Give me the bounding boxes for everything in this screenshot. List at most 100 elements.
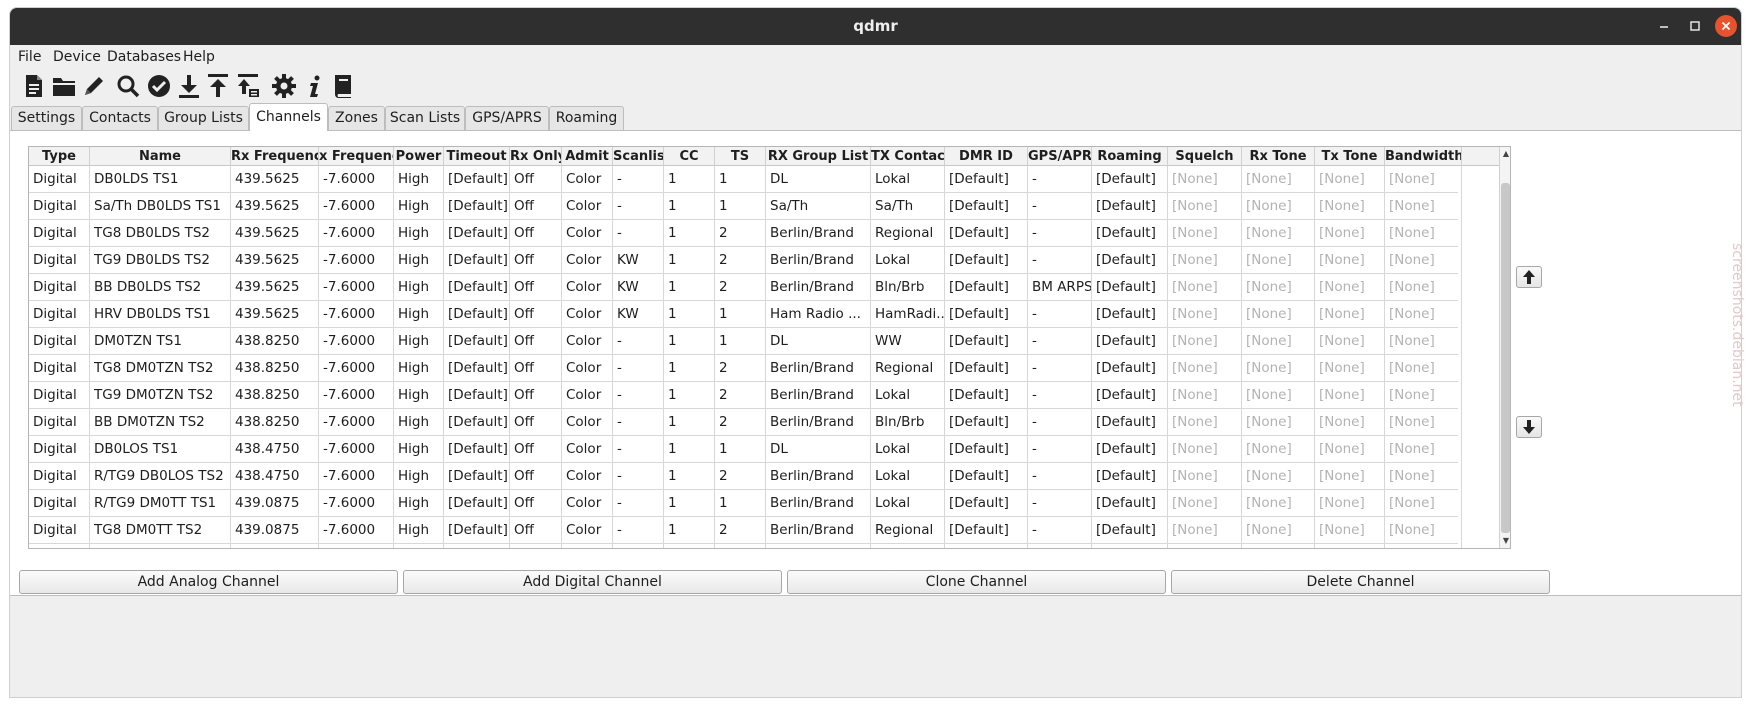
table-cell[interactable]: Digital <box>29 463 90 490</box>
table-cell[interactable]: -7.6000 <box>319 220 394 247</box>
table-cell[interactable]: - <box>613 193 664 220</box>
tab-group-lists[interactable]: Group Lists <box>158 106 249 131</box>
table-cell[interactable]: Berlin/Brand <box>766 355 871 382</box>
table-cell[interactable]: DB0LOS TS1 <box>90 436 231 463</box>
table-cell[interactable]: Color <box>562 220 613 247</box>
table-cell[interactable]: [None] <box>1315 517 1385 544</box>
add-digital-channel-button[interactable]: Add Digital Channel <box>403 570 782 594</box>
table-cell[interactable]: 1 <box>664 247 715 274</box>
table-cell[interactable]: Color <box>562 355 613 382</box>
table-cell[interactable]: [Default] <box>444 436 510 463</box>
new-file-icon[interactable] <box>20 72 48 100</box>
table-cell[interactable]: Off <box>510 490 562 517</box>
table-cell[interactable]: [None] <box>1242 382 1315 409</box>
table-cell[interactable]: [None] <box>1168 463 1242 490</box>
table-cell[interactable]: [None] <box>1385 463 1462 490</box>
table-cell[interactable]: [None] <box>1242 220 1315 247</box>
table-cell[interactable]: [None] <box>1242 409 1315 436</box>
upload-callsign-db-icon[interactable] <box>234 72 262 100</box>
table-cell[interactable]: Berlin/Brand <box>766 463 871 490</box>
table-cell[interactable]: [Default] <box>1092 247 1168 274</box>
table-cell[interactable]: [Default] <box>444 193 510 220</box>
table-cell[interactable]: [None] <box>1315 247 1385 274</box>
table-cell[interactable]: DM0TZN TS1 <box>90 328 231 355</box>
table-cell[interactable]: KW <box>613 247 664 274</box>
table-cell[interactable]: Color <box>562 490 613 517</box>
table-cell[interactable]: Off <box>510 247 562 274</box>
table-cell[interactable]: 2 <box>715 274 766 301</box>
table-cell[interactable]: 439.5625 <box>231 274 319 301</box>
table-cell[interactable] <box>319 544 394 548</box>
table-cell[interactable]: - <box>1028 382 1092 409</box>
table-cell[interactable]: [Default] <box>1092 409 1168 436</box>
column-header[interactable]: Rx Frequency <box>231 147 319 166</box>
table-cell[interactable] <box>444 544 510 548</box>
table-cell[interactable]: [None] <box>1315 220 1385 247</box>
table-cell[interactable]: High <box>394 193 444 220</box>
table-cell[interactable]: -7.6000 <box>319 355 394 382</box>
table-cell[interactable]: - <box>1028 409 1092 436</box>
table-cell[interactable]: [None] <box>1242 436 1315 463</box>
table-cell[interactable]: Color <box>562 463 613 490</box>
table-cell[interactable]: - <box>1028 166 1092 193</box>
table-cell[interactable]: [Default] <box>1092 436 1168 463</box>
table-cell[interactable]: High <box>394 517 444 544</box>
table-cell[interactable]: [Default] <box>945 220 1028 247</box>
table-cell[interactable]: [Default] <box>444 166 510 193</box>
table-cell[interactable]: [None] <box>1242 193 1315 220</box>
table-cell[interactable]: 1 <box>664 193 715 220</box>
table-cell[interactable] <box>1028 544 1092 548</box>
table-cell[interactable]: [Default] <box>1092 355 1168 382</box>
table-cell[interactable]: High <box>394 355 444 382</box>
table-cell[interactable]: Lokal <box>871 436 945 463</box>
table-cell[interactable]: [None] <box>1315 328 1385 355</box>
table-cell[interactable]: - <box>1028 220 1092 247</box>
table-cell[interactable]: High <box>394 247 444 274</box>
column-header[interactable]: Timeout <box>444 147 510 166</box>
table-cell[interactable]: High <box>394 301 444 328</box>
table-cell[interactable]: Off <box>510 220 562 247</box>
tab-settings[interactable]: Settings <box>11 106 82 131</box>
table-cell[interactable]: [None] <box>1385 166 1462 193</box>
table-cell[interactable]: Lokal <box>871 490 945 517</box>
table-cell[interactable]: 438.8250 <box>231 409 319 436</box>
table-cell[interactable]: 1 <box>664 328 715 355</box>
upload-icon[interactable] <box>204 72 232 100</box>
table-cell[interactable]: [Default] <box>444 220 510 247</box>
table-cell[interactable]: 1 <box>715 166 766 193</box>
table-cell[interactable]: Berlin/Brand <box>766 382 871 409</box>
table-cell[interactable]: Regional <box>871 355 945 382</box>
verify-check-icon[interactable] <box>145 72 173 100</box>
table-cell[interactable]: DL <box>766 436 871 463</box>
menu-help[interactable]: Help <box>183 49 215 65</box>
table-cell[interactable]: [None] <box>1385 409 1462 436</box>
table-cell[interactable]: 2 <box>715 409 766 436</box>
column-header[interactable]: TS <box>715 147 766 166</box>
table-cell[interactable] <box>1242 544 1315 548</box>
table-cell[interactable]: 1 <box>664 355 715 382</box>
table-cell[interactable]: 1 <box>664 409 715 436</box>
table-cell[interactable]: [None] <box>1385 328 1462 355</box>
table-cell[interactable]: Digital <box>29 436 90 463</box>
table-cell[interactable]: High <box>394 409 444 436</box>
column-header[interactable]: Name <box>90 147 231 166</box>
table-cell[interactable]: R/TG9 DM0TT TS1 <box>90 490 231 517</box>
table-cell[interactable]: Color <box>562 301 613 328</box>
table-cell[interactable]: [Default] <box>945 355 1028 382</box>
table-cell[interactable]: - <box>1028 436 1092 463</box>
settings-gear-icon[interactable] <box>270 72 298 100</box>
table-cell[interactable]: Digital <box>29 220 90 247</box>
table-cell[interactable]: 439.5625 <box>231 193 319 220</box>
table-row[interactable]: Digital R/TG9 DM0TT TS1 439.0875 -7.6000 Hig… <box>29 490 1462 517</box>
column-header[interactable]: Admit <box>562 147 613 166</box>
table-row[interactable]: Digital BB DB0LDS TS2 439.5625 -7.6000 High[… <box>29 274 1462 301</box>
column-header[interactable]: RX Group List <box>766 147 871 166</box>
table-cell[interactable]: Berlin/Brand <box>766 409 871 436</box>
table-cell[interactable]: Color <box>562 166 613 193</box>
table-cell[interactable]: HRV DB0LDS TS1 <box>90 301 231 328</box>
table-cell[interactable]: [None] <box>1315 463 1385 490</box>
column-header[interactable]: CC <box>664 147 715 166</box>
close-button[interactable] <box>1715 15 1737 37</box>
table-cell[interactable]: Digital <box>29 247 90 274</box>
table-cell[interactable]: Digital <box>29 193 90 220</box>
